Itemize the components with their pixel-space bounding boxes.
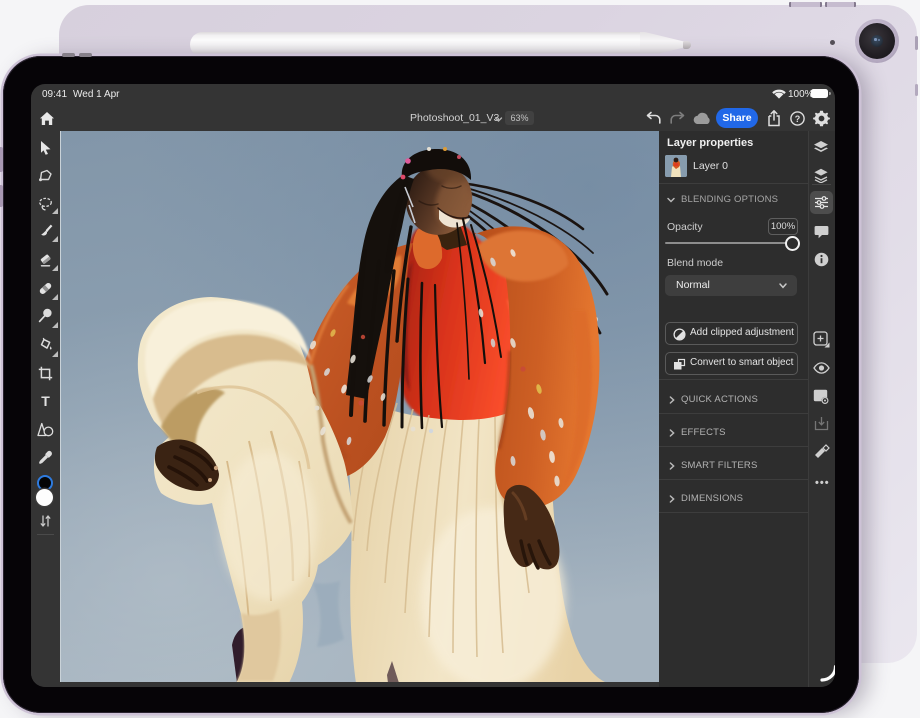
svg-text:?: ? — [795, 114, 801, 124]
